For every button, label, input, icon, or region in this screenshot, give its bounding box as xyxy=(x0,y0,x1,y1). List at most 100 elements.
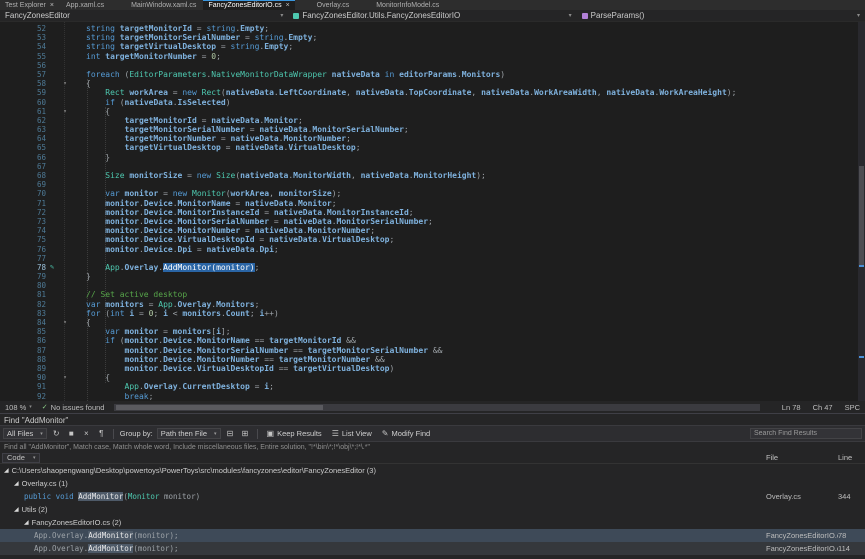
code-line[interactable]: 70 var monitor = new Monitor(workArea, m… xyxy=(0,189,865,198)
code-line[interactable]: 76 monitor.Device.Dpi = nativeData.Dpi; xyxy=(0,245,865,254)
horizontal-scrollbar[interactable] xyxy=(114,404,759,411)
code-line[interactable]: 78✎ App.Overlay.AddMonitor(monitor); xyxy=(0,263,865,272)
result-group-row[interactable]: ◢Overlay.cs (1) xyxy=(0,477,865,490)
document-health-indicator[interactable]: ✓ No issues found xyxy=(42,403,105,412)
tab-overlay-cs[interactable]: Overlay.cs xyxy=(312,0,355,10)
member-dropdown[interactable]: ParseParams() ▾ xyxy=(577,10,865,21)
code-line[interactable]: 81// Set active desktop xyxy=(0,290,865,299)
refresh-icon[interactable]: ↻ xyxy=(51,428,62,439)
code-line[interactable]: 72 monitor.Device.MonitorInstanceId = na… xyxy=(0,208,865,217)
breakpoint-margin[interactable] xyxy=(0,180,30,189)
code-line[interactable]: 54string targetVirtualDesktop = string.E… xyxy=(0,42,865,51)
code-line[interactable]: 68 Size monitorSize = new Size(nativeDat… xyxy=(0,171,865,180)
breakpoint-margin[interactable] xyxy=(0,143,30,152)
code-column-dropdown[interactable]: Code ▾ xyxy=(2,453,40,463)
group-by-dropdown[interactable]: Path then File ▾ xyxy=(157,428,221,439)
code-line[interactable]: 59 Rect workArea = new Rect(nativeData.L… xyxy=(0,88,865,97)
breakpoint-margin[interactable] xyxy=(0,364,30,373)
code-line[interactable]: 92 break; xyxy=(0,392,865,401)
code-line[interactable]: 58▾{ xyxy=(0,79,865,88)
code-line[interactable]: 84▾{ xyxy=(0,318,865,327)
tab-fancyzoneseditorio-cs[interactable]: FancyZonesEditorIO.cs× xyxy=(203,0,294,10)
code-line[interactable]: 60 if (nativeData.IsSelected) xyxy=(0,98,865,107)
code-line[interactable]: 56 xyxy=(0,61,865,70)
code-line[interactable]: 89 monitor.Device.VirtualDesktopId == ta… xyxy=(0,364,865,373)
tab-close-icon[interactable]: × xyxy=(50,2,54,9)
breakpoint-margin[interactable] xyxy=(0,79,30,88)
result-group-row[interactable]: ◢C:\Users\shaopengwang\Desktop\powertoys… xyxy=(0,464,865,477)
breakpoint-margin[interactable] xyxy=(0,153,30,162)
line-column-header[interactable]: Line xyxy=(838,453,863,462)
code-line[interactable]: 82var monitors = App.Overlay.Monitors; xyxy=(0,300,865,309)
code-line[interactable]: 88 monitor.Device.MonitorNumber == targe… xyxy=(0,355,865,364)
code-line[interactable]: 91 App.Overlay.CurrentDesktop = i; xyxy=(0,382,865,391)
list-view-toggle[interactable]: ☰ List View xyxy=(329,428,375,440)
code-line[interactable]: 69 xyxy=(0,180,865,189)
code-line[interactable]: 74 monitor.Device.MonitorNumber = native… xyxy=(0,226,865,235)
breakpoint-margin[interactable] xyxy=(0,125,30,134)
collapse-all-icon[interactable]: ⊟ xyxy=(225,428,236,439)
result-row[interactable]: public void AddMonitor(Monitor monitor)O… xyxy=(0,490,865,503)
breakpoint-margin[interactable] xyxy=(0,88,30,97)
clear-results-icon[interactable]: × xyxy=(81,428,92,439)
breakpoint-margin[interactable] xyxy=(0,355,30,364)
expand-all-icon[interactable]: ⊞ xyxy=(240,428,251,439)
code-line[interactable]: 61▾ { xyxy=(0,107,865,116)
expander-icon[interactable]: ◢ xyxy=(4,467,9,474)
scrollbar-thumb[interactable] xyxy=(116,405,323,410)
breakpoint-margin[interactable] xyxy=(0,300,30,309)
keep-results-toggle[interactable]: ▣ Keep Results xyxy=(264,428,325,440)
code-line[interactable]: 62 targetMonitorId = nativeData.Monitor; xyxy=(0,116,865,125)
fold-collapse-icon[interactable]: ▾ xyxy=(58,107,72,116)
breakpoint-margin[interactable] xyxy=(0,208,30,217)
code-line[interactable]: 86 if (monitor.Device.MonitorName == tar… xyxy=(0,336,865,345)
code-line[interactable]: 85 var monitor = monitors[i]; xyxy=(0,327,865,336)
expander-icon[interactable]: ◢ xyxy=(14,480,19,487)
project-dropdown[interactable]: FancyZonesEditor ▾ xyxy=(0,10,288,21)
code-line[interactable]: 66 } xyxy=(0,153,865,162)
breakpoint-margin[interactable] xyxy=(0,336,30,345)
tab-mainwindow-xaml-cs[interactable]: MainWindow.xaml.cs xyxy=(126,0,201,10)
breakpoint-margin[interactable] xyxy=(0,33,30,42)
result-group-row[interactable]: ◢FancyZonesEditorIO.cs (2) xyxy=(0,516,865,529)
code-line[interactable]: 77 xyxy=(0,254,865,263)
breakpoint-margin[interactable] xyxy=(0,107,30,116)
file-column-header[interactable]: File xyxy=(766,453,838,462)
breakpoint-margin[interactable] xyxy=(0,134,30,143)
type-dropdown[interactable]: FancyZonesEditor.Utils.FancyZonesEditorI… xyxy=(288,10,576,21)
result-row[interactable]: App.Overlay.AddMonitor(monitor);FancyZon… xyxy=(0,542,865,555)
breakpoint-margin[interactable] xyxy=(0,281,30,290)
tab-monitorinfomodel-cs[interactable]: MonitorInfoModel.cs xyxy=(371,0,444,10)
breakpoint-margin[interactable] xyxy=(0,263,30,272)
code-line[interactable]: 64 targetMonitorNumber = nativeData.Moni… xyxy=(0,134,865,143)
code-line[interactable]: 67 xyxy=(0,162,865,171)
breakpoint-margin[interactable] xyxy=(0,235,30,244)
breakpoint-margin[interactable] xyxy=(0,162,30,171)
code-line[interactable]: 55int targetMonitorNumber = 0; xyxy=(0,52,865,61)
code-line[interactable]: 57foreach (EditorParameters.NativeMonito… xyxy=(0,70,865,79)
code-line[interactable]: 80 xyxy=(0,281,865,290)
breakpoint-margin[interactable] xyxy=(0,318,30,327)
vertical-scrollbar[interactable] xyxy=(858,22,865,401)
breakpoint-margin[interactable] xyxy=(0,42,30,51)
breakpoint-margin[interactable] xyxy=(0,272,30,281)
code-line[interactable]: 63 targetMonitorSerialNumber = nativeDat… xyxy=(0,125,865,134)
breakpoint-margin[interactable] xyxy=(0,189,30,198)
breakpoint-margin[interactable] xyxy=(0,346,30,355)
breakpoint-margin[interactable] xyxy=(0,61,30,70)
breakpoint-margin[interactable] xyxy=(0,245,30,254)
breakpoint-margin[interactable] xyxy=(0,52,30,61)
code-line[interactable]: 87 monitor.Device.MonitorSerialNumber ==… xyxy=(0,346,865,355)
code-line[interactable]: 79} xyxy=(0,272,865,281)
code-area[interactable]: 52string targetMonitorId = string.Empty;… xyxy=(0,22,865,401)
word-wrap-icon[interactable]: ¶ xyxy=(96,428,107,439)
breakpoint-margin[interactable] xyxy=(0,327,30,336)
fold-collapse-icon[interactable]: ▾ xyxy=(58,318,72,327)
scrollbar-thumb[interactable] xyxy=(859,166,864,265)
fold-collapse-icon[interactable]: ▾ xyxy=(58,373,72,382)
modify-find-toggle[interactable]: ✎ Modify Find xyxy=(379,428,433,440)
expander-icon[interactable]: ◢ xyxy=(24,519,29,526)
result-row[interactable]: App.Overlay.AddMonitor(monitor);FancyZon… xyxy=(0,529,865,542)
tab-app-xaml-cs[interactable]: App.xaml.cs xyxy=(61,0,109,10)
zoom-control[interactable]: 108 % ▾ xyxy=(5,403,32,412)
